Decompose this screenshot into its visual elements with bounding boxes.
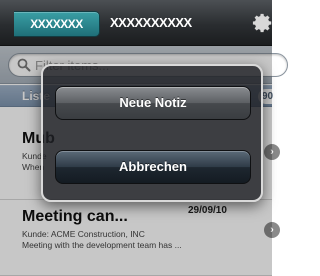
action-sheet: Neue Notiz Abbrechen <box>41 64 263 202</box>
page-title: XXXXXXXXXX <box>110 15 192 30</box>
gear-icon[interactable] <box>252 12 274 34</box>
cancel-button[interactable]: Abbrechen <box>55 150 251 184</box>
back-button-label: XXXXXXX <box>30 17 83 31</box>
back-button[interactable]: XXXXXXX <box>14 11 100 37</box>
new-note-button[interactable]: Neue Notiz <box>55 86 251 120</box>
navigation-bar: XXXXXXX XXXXXXXXXX <box>0 0 272 46</box>
